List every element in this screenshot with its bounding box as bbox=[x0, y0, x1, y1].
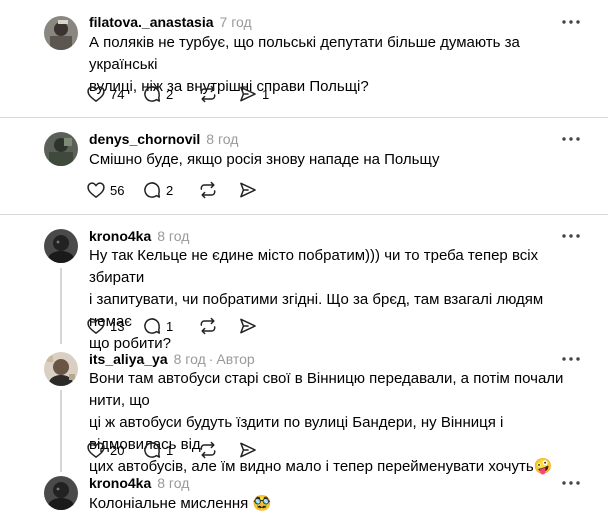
like-button[interactable]: 20 bbox=[86, 437, 142, 463]
repost-icon bbox=[198, 180, 218, 200]
divider bbox=[0, 214, 608, 215]
post-header: krono4ka 8 год bbox=[89, 227, 189, 245]
send-icon bbox=[238, 440, 258, 460]
timestamp[interactable]: 8 год bbox=[174, 351, 206, 367]
more-dots-icon[interactable] bbox=[560, 476, 582, 490]
repost-icon bbox=[198, 440, 218, 460]
comment-icon bbox=[142, 84, 162, 104]
avatar[interactable] bbox=[44, 132, 78, 166]
like-button[interactable]: 74 bbox=[86, 81, 142, 107]
reply-button[interactable]: 2 bbox=[142, 177, 198, 203]
comment-text-line: Ну так Кельце не єдине місто побратим)))… bbox=[89, 247, 539, 286]
heart-icon bbox=[86, 84, 106, 104]
heart-icon bbox=[86, 180, 106, 200]
repost-button[interactable] bbox=[198, 313, 238, 339]
action-bar: 74 2 1 bbox=[86, 81, 269, 107]
comment-text-line: Колоніальне мислення 🥸 bbox=[89, 495, 272, 512]
repost-icon bbox=[198, 316, 218, 336]
share-button[interactable] bbox=[238, 313, 258, 339]
reply-count: 2 bbox=[166, 86, 174, 102]
like-count: 20 bbox=[110, 442, 125, 458]
post-header: krono4ka 8 год bbox=[89, 474, 189, 492]
timestamp[interactable]: 7 год bbox=[220, 14, 252, 30]
post-header: filatova._anastasia 7 год bbox=[89, 13, 252, 31]
divider bbox=[0, 117, 608, 118]
like-count: 74 bbox=[110, 86, 125, 102]
avatar[interactable] bbox=[44, 476, 78, 510]
comment-text-line: Вони там автобуси старі свої в Вінницю п… bbox=[89, 370, 564, 409]
send-icon bbox=[238, 316, 258, 336]
comment-icon bbox=[142, 180, 162, 200]
heart-icon bbox=[86, 440, 106, 460]
more-dots-icon[interactable] bbox=[560, 229, 582, 243]
comment-text-line: А поляків не турбує, що польські депутат… bbox=[89, 34, 520, 73]
repost-button[interactable] bbox=[198, 177, 238, 203]
username[interactable]: krono4ka bbox=[89, 228, 151, 244]
send-icon bbox=[238, 84, 258, 104]
reply-count: 1 bbox=[166, 442, 174, 458]
like-button[interactable]: 56 bbox=[86, 177, 142, 203]
like-count: 56 bbox=[110, 182, 125, 198]
like-count: 13 bbox=[110, 318, 125, 334]
meta-separator: · bbox=[208, 351, 214, 367]
repost-button[interactable] bbox=[198, 437, 238, 463]
username[interactable]: filatova._anastasia bbox=[89, 14, 214, 30]
post-header: its_aliya_ya 8 год · Автор bbox=[89, 350, 255, 368]
reply-count: 2 bbox=[166, 182, 174, 198]
repost-icon bbox=[198, 84, 218, 104]
repost-button[interactable] bbox=[198, 81, 238, 107]
thread-connector bbox=[60, 268, 62, 344]
timestamp[interactable]: 8 год bbox=[206, 131, 238, 147]
timestamp[interactable]: 8 год bbox=[157, 228, 189, 244]
reply-button[interactable]: 2 bbox=[142, 81, 198, 107]
share-count: 1 bbox=[262, 86, 270, 102]
username[interactable]: its_aliya_ya bbox=[89, 351, 168, 367]
reply-button[interactable]: 1 bbox=[142, 313, 198, 339]
comment-icon bbox=[142, 440, 162, 460]
action-bar: 20 1 bbox=[86, 437, 258, 463]
action-bar: 13 1 bbox=[86, 313, 258, 339]
action-bar: 56 2 bbox=[86, 177, 258, 203]
comment-text: Колоніальне мислення 🥸 bbox=[89, 493, 589, 515]
heart-icon bbox=[86, 316, 106, 336]
avatar[interactable] bbox=[44, 229, 78, 263]
avatar[interactable] bbox=[44, 352, 78, 386]
comment-text: Смішно буде, якщо росія знову нападе на … bbox=[89, 149, 589, 171]
more-dots-icon[interactable] bbox=[560, 352, 582, 366]
comment-text-line: Смішно буде, якщо росія знову нападе на … bbox=[89, 151, 440, 168]
username[interactable]: krono4ka bbox=[89, 475, 151, 491]
post-header: denys_chornovil 8 год bbox=[89, 130, 238, 148]
send-icon bbox=[238, 180, 258, 200]
reply-count: 1 bbox=[166, 318, 174, 334]
avatar[interactable] bbox=[44, 16, 78, 50]
share-button[interactable] bbox=[238, 437, 258, 463]
reply-button[interactable]: 1 bbox=[142, 437, 198, 463]
like-button[interactable]: 13 bbox=[86, 313, 142, 339]
comment-icon bbox=[142, 316, 162, 336]
more-dots-icon[interactable] bbox=[560, 132, 582, 146]
more-dots-icon[interactable] bbox=[560, 15, 582, 29]
share-button[interactable] bbox=[238, 177, 258, 203]
share-button[interactable]: 1 bbox=[238, 81, 269, 107]
thread-connector bbox=[60, 390, 62, 472]
timestamp[interactable]: 8 год bbox=[157, 475, 189, 491]
username[interactable]: denys_chornovil bbox=[89, 131, 200, 147]
author-badge: Автор bbox=[216, 351, 255, 367]
